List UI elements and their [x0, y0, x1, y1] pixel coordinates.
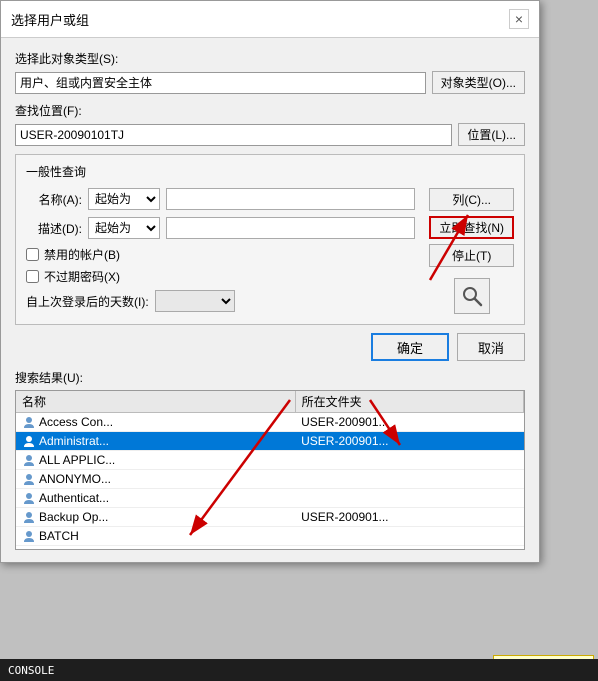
- days-label: 自上次登录后的天数(I):: [26, 293, 149, 310]
- title-bar: 选择用户或组 ×: [1, 1, 539, 38]
- table-cell-name-text: ALL APPLIC...: [39, 453, 115, 467]
- location-field[interactable]: [15, 124, 452, 146]
- no-expiry-label: 不过期密码(X): [44, 268, 120, 285]
- general-query-box: 一般性查询 名称(A): 起始为 描述(D):: [15, 154, 525, 325]
- select-user-dialog: 选择用户或组 × 选择此对象类型(S): 对象类型(O)... 查找位置(F):…: [0, 0, 540, 563]
- table-cell-name: Backup Op...: [16, 508, 295, 527]
- cancel-button[interactable]: 取消: [457, 333, 525, 361]
- name-row: 名称(A): 起始为: [26, 188, 415, 210]
- user-icon: [22, 472, 36, 486]
- table-cell-name: Authenticat...: [16, 489, 295, 508]
- user-icon: [22, 529, 36, 543]
- table-cell-folder: USER-200901...: [295, 508, 523, 527]
- disabled-account-row: 禁用的帐户(B): [26, 246, 415, 263]
- desc-label: 描述(D):: [26, 220, 82, 237]
- table-cell-name: Administrat...: [16, 432, 295, 451]
- user-icon: [22, 434, 36, 448]
- name-label: 名称(A):: [26, 191, 82, 208]
- search-icon-button[interactable]: [454, 278, 490, 314]
- results-label: 搜索结果(U):: [15, 369, 525, 386]
- object-type-label: 选择此对象类型(S):: [15, 50, 525, 67]
- days-row: 自上次登录后的天数(I):: [26, 290, 415, 312]
- table-row[interactable]: CONSOLE ...: [16, 546, 524, 551]
- table-cell-folder: [295, 527, 523, 546]
- table-cell-name: Access Con...: [16, 413, 295, 432]
- magnifier-icon: [461, 285, 483, 307]
- desc-input[interactable]: [166, 217, 415, 239]
- results-table: 名称 所在文件夹 Access Con...USER-200901...Admi…: [16, 391, 524, 550]
- disabled-account-checkbox[interactable]: [26, 248, 39, 261]
- name-filter-select[interactable]: 起始为: [88, 188, 160, 210]
- table-row[interactable]: Administrat... USER-200901...: [16, 432, 524, 451]
- table-header-row: 名称 所在文件夹: [16, 391, 524, 413]
- table-cell-folder: USER-200901...: [295, 432, 523, 451]
- col-folder-header: 所在文件夹: [295, 391, 523, 413]
- name-input[interactable]: [166, 188, 415, 210]
- console-bar: CONSOLE: [0, 659, 598, 681]
- close-button[interactable]: ×: [509, 9, 529, 29]
- table-cell-folder: [295, 470, 523, 489]
- table-cell-folder: USER-200901...: [295, 413, 523, 432]
- no-expiry-checkbox[interactable]: [26, 270, 39, 283]
- location-label: 查找位置(F):: [15, 102, 525, 119]
- user-icon: [22, 453, 36, 467]
- table-cell-name-text: BATCH: [39, 529, 79, 543]
- desc-filter-select[interactable]: 起始为: [88, 217, 160, 239]
- table-cell-folder: [295, 489, 523, 508]
- desc-row: 描述(D): 起始为: [26, 217, 415, 239]
- table-cell-name: BATCH: [16, 527, 295, 546]
- dialog-body: 选择此对象类型(S): 对象类型(O)... 查找位置(F): 位置(L)...…: [1, 38, 539, 562]
- query-fields: 名称(A): 起始为 描述(D): 起始为: [26, 188, 415, 314]
- table-cell-name-text: ANONYMO...: [39, 472, 111, 486]
- table-row[interactable]: Backup Op... USER-200901...: [16, 508, 524, 527]
- table-row[interactable]: Access Con... USER-200901...: [16, 413, 524, 432]
- location-row: 位置(L)...: [15, 123, 525, 146]
- general-query-title: 一般性查询: [26, 163, 514, 180]
- col-name-header: 名称: [16, 391, 295, 413]
- results-table-wrapper[interactable]: 名称 所在文件夹 Access Con...USER-200901...Admi…: [15, 390, 525, 550]
- console-label: CONSOLE: [8, 664, 54, 677]
- table-row[interactable]: Authenticat...: [16, 489, 524, 508]
- table-cell-name: CONSOLE ...: [16, 546, 295, 551]
- object-type-button[interactable]: 对象类型(O)...: [432, 71, 525, 94]
- table-cell-name-text: Access Con...: [39, 415, 113, 429]
- table-cell-name: ALL APPLIC...: [16, 451, 295, 470]
- dialog-title: 选择用户或组: [11, 10, 89, 29]
- object-type-row: 对象类型(O)...: [15, 71, 525, 94]
- confirm-cancel-row: 确定 取消: [15, 333, 525, 361]
- table-cell-folder: [295, 451, 523, 470]
- table-cell-name-text: Backup Op...: [39, 510, 108, 524]
- table-row[interactable]: ANONYMO...: [16, 470, 524, 489]
- search-now-button[interactable]: 立即查找(N): [429, 216, 514, 239]
- user-icon: [22, 415, 36, 429]
- disabled-account-label: 禁用的帐户(B): [44, 246, 120, 263]
- location-button[interactable]: 位置(L)...: [458, 123, 525, 146]
- ok-button[interactable]: 确定: [371, 333, 449, 361]
- table-cell-name: ANONYMO...: [16, 470, 295, 489]
- no-expiry-row: 不过期密码(X): [26, 268, 415, 285]
- days-select[interactable]: [155, 290, 235, 312]
- right-panel: 列(C)... 立即查找(N) 停止(T): [423, 188, 514, 314]
- user-icon: [22, 510, 36, 524]
- table-row[interactable]: BATCH: [16, 527, 524, 546]
- user-icon: [22, 491, 36, 505]
- results-section: 搜索结果(U): 名称 所在文件夹 Access Con... USER-2009…: [15, 369, 525, 550]
- columns-button[interactable]: 列(C)...: [429, 188, 514, 211]
- table-cell-folder: [295, 546, 523, 551]
- table-cell-name-text: Administrat...: [39, 434, 109, 448]
- table-cell-name-text: Authenticat...: [39, 491, 109, 505]
- table-cell-name-text: CONSOLE ...: [39, 548, 111, 550]
- stop-button[interactable]: 停止(T): [429, 244, 514, 267]
- user-icon: [22, 548, 36, 550]
- object-type-field[interactable]: [15, 72, 426, 94]
- table-row[interactable]: ALL APPLIC...: [16, 451, 524, 470]
